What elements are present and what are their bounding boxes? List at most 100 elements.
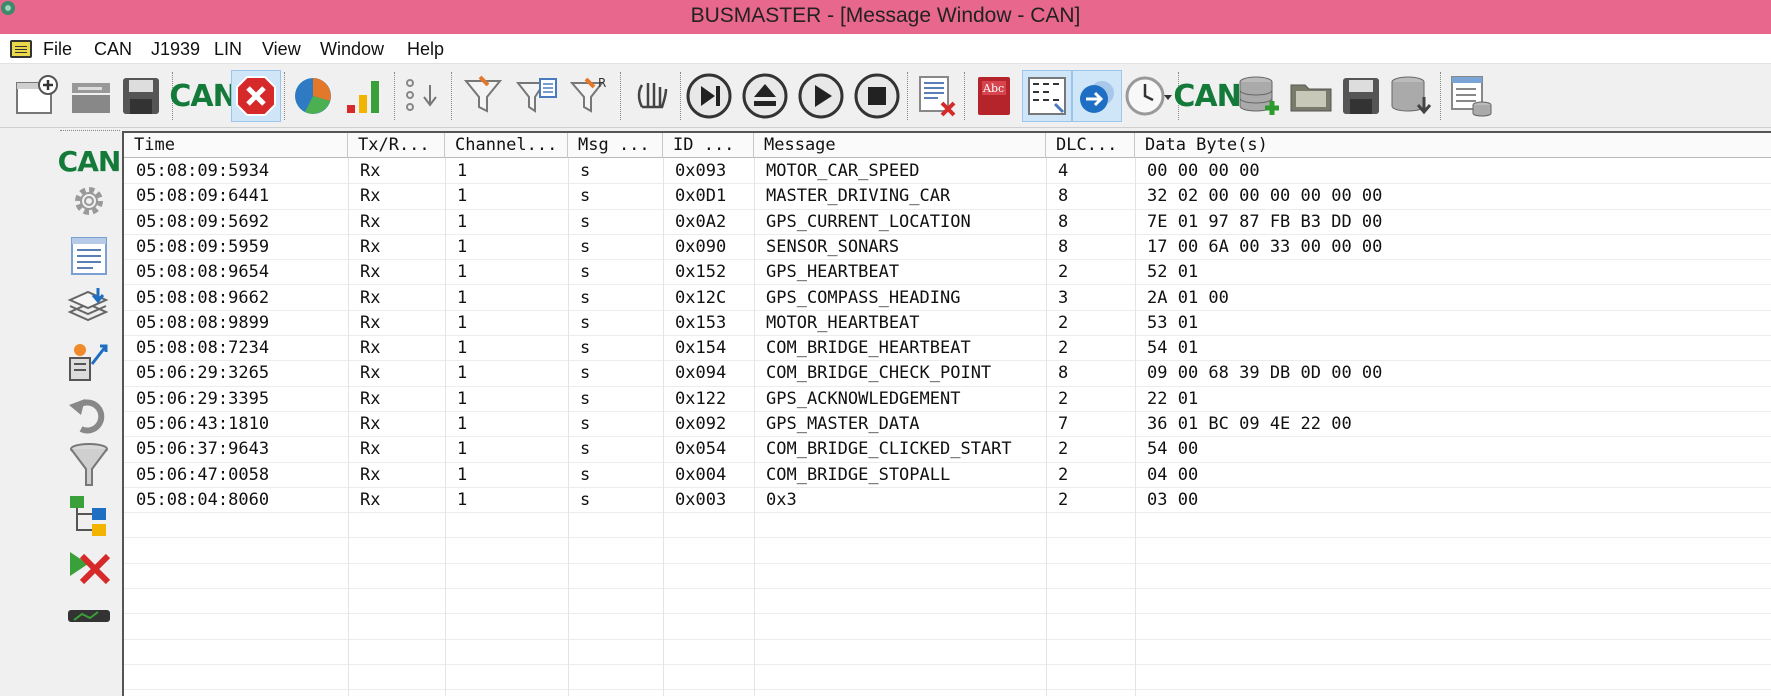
table-row[interactable]: 05:06:47:0058 Rx 1 s 0x004 COM_BRIDGE_STOPALL… [124, 463, 1771, 488]
sidebar-import-button[interactable] [62, 280, 116, 334]
cell-msg-type: s [580, 388, 591, 409]
save-config-button[interactable] [116, 70, 166, 122]
stop-replay-button[interactable] [852, 70, 902, 122]
cell-dlc: 2 [1058, 338, 1069, 359]
column-divider [754, 158, 755, 696]
step-replay-button[interactable] [684, 70, 734, 122]
menu-window[interactable]: Window [320, 39, 384, 60]
sidebar-filter-button[interactable] [62, 438, 116, 492]
toolbar-separator [907, 72, 908, 120]
database-export-icon [1391, 76, 1432, 115]
table-row[interactable]: 05:06:29:3395 Rx 1 s 0x122 GPS_ACKNOWLEDGEMEN… [124, 387, 1771, 412]
sidebar-undo-button[interactable] [62, 388, 116, 442]
cell-message: GPS_MASTER_DATA [766, 414, 920, 434]
cell-message: GPS_COMPASS_HEADING [766, 287, 961, 308]
column-header-message[interactable]: Message [754, 133, 1046, 158]
load-config-button[interactable] [66, 70, 116, 122]
cell-dlc: 3 [1058, 287, 1069, 308]
message-window-button[interactable] [1022, 70, 1072, 122]
bar-chart-icon [347, 81, 379, 113]
eject-icon [742, 73, 788, 119]
open-log-button[interactable] [1286, 70, 1336, 122]
sidebar-network-button[interactable] [62, 488, 116, 542]
sidebar-settings-button[interactable] [62, 174, 116, 228]
column-divider [1135, 158, 1136, 696]
time-mode-button[interactable] [1124, 70, 1174, 122]
cell-msg-type: s [580, 161, 591, 181]
can-label: CAN [169, 78, 237, 114]
cell-id: 0x154 [675, 338, 727, 359]
cell-tx-rx: Rx [360, 439, 381, 460]
toolbar-separator [620, 72, 621, 120]
replay-filter-button[interactable]: R [566, 70, 616, 122]
sidebar-delete-button[interactable] [62, 538, 116, 592]
column-divider [568, 158, 569, 696]
column-header-time[interactable]: Time [124, 133, 348, 158]
system-menu-icon[interactable] [10, 40, 32, 58]
menu-can[interactable]: CAN [94, 39, 132, 60]
overwrite-button[interactable] [1072, 70, 1122, 122]
cell-data-bytes: 36 01 BC 09 4E 22 00 [1147, 414, 1352, 434]
save-log-button[interactable] [1336, 70, 1386, 122]
table-row[interactable]: 05:06:29:3265 Rx 1 s 0x094 COM_BRIDGE_CHECK_P… [124, 361, 1771, 387]
table-row[interactable]: 05:06:43:1810 Rx 1 s 0x092 GPS_MASTER_DATA 7 36… [124, 412, 1771, 438]
table-row[interactable]: 05:08:04:8060 Rx 1 s 0x003 0x3 2 03 00 [124, 488, 1771, 514]
filter-list-icon [515, 78, 557, 113]
column-header-id[interactable]: ID ... [663, 133, 754, 158]
statistics-button[interactable] [288, 70, 338, 122]
filter-list-button[interactable] [512, 70, 562, 122]
hand-tool-button[interactable] [626, 70, 676, 122]
skip-next-icon [686, 73, 732, 119]
new-config-button[interactable] [12, 70, 62, 122]
cell-id: 0x122 [675, 388, 727, 409]
table-row[interactable]: 05:08:09:6441 Rx 1 s 0x0D1 MASTER_DRIVING_CAR… [124, 184, 1771, 210]
toolbar-separator [394, 72, 395, 120]
can-logging-button[interactable]: CAN [1173, 70, 1241, 122]
new-document-icon [16, 75, 58, 114]
table-row[interactable]: 05:08:09:5959 Rx 1 s 0x090 SENSOR_SONARS 8 17 0… [124, 235, 1771, 261]
cell-dlc: 2 [1058, 464, 1069, 485]
menu-help[interactable]: Help [407, 39, 444, 60]
menu-view[interactable]: View [262, 39, 301, 60]
column-header-msg-type[interactable]: Msg ... [568, 133, 663, 158]
export-log-button[interactable] [1386, 70, 1436, 122]
table-row[interactable]: 05:08:09:5934 Rx 1 s 0x093 MOTOR_CAR_SPEED 4 00… [124, 159, 1771, 185]
database-button[interactable]: Abc [970, 70, 1020, 122]
cell-message: COM_BRIDGE_CLICKED_START [766, 439, 1012, 460]
bus-load-button[interactable] [340, 70, 390, 122]
column-header-tx-rx[interactable]: Tx/R... [348, 133, 445, 158]
add-log-button[interactable] [1234, 70, 1284, 122]
menu-j1939[interactable]: J1939 [151, 39, 200, 60]
sidebar-graph-button[interactable] [62, 588, 116, 642]
table-row[interactable]: 05:08:08:9662 Rx 1 s 0x12C GPS_COMPASS_HEADIN… [124, 286, 1771, 311]
column-header-dlc[interactable]: DLC... [1046, 133, 1135, 158]
table-row[interactable]: 05:06:37:9643 Rx 1 s 0x054 COM_BRIDGE_CLICKED… [124, 437, 1771, 463]
column-header-channel[interactable]: Channel... [445, 133, 568, 158]
play-replay-button[interactable] [796, 70, 846, 122]
toolbar-separator [964, 72, 965, 120]
filter-button[interactable] [458, 70, 508, 122]
cell-message: MOTOR_CAR_SPEED [766, 161, 920, 181]
table-row[interactable]: 05:08:08:7234 Rx 1 s 0x154 COM_BRIDGE_HEARTBE… [124, 336, 1771, 362]
menu-lin[interactable]: LIN [214, 39, 242, 60]
disconnect-button[interactable] [231, 70, 281, 122]
log-config-button[interactable] [1446, 70, 1496, 122]
cell-id: 0x092 [675, 414, 727, 434]
column-divider [348, 158, 349, 696]
skip-replay-button[interactable] [740, 70, 790, 122]
sidebar-message-list-button[interactable] [62, 228, 116, 282]
table-row[interactable]: 05:08:08:9899 Rx 1 s 0x153 MOTOR_HEARTBEAT 2 53… [124, 311, 1771, 337]
column-header-data-bytes[interactable]: Data Byte(s) [1135, 133, 1771, 158]
cell-msg-type: s [580, 414, 591, 434]
cell-channel: 1 [457, 287, 468, 308]
menu-file[interactable]: File [43, 39, 72, 60]
clear-list-button[interactable] [912, 70, 962, 122]
column-divider [1046, 158, 1047, 696]
message-interpret-button[interactable] [398, 70, 448, 122]
table-row[interactable]: 05:08:08:9654 Rx 1 s 0x152 GPS_HEARTBEAT 2 52 0… [124, 260, 1771, 286]
stop-red-icon [236, 76, 276, 116]
sidebar-node-simulation-button[interactable] [62, 334, 116, 388]
table-row[interactable]: 05:08:09:5692 Rx 1 s 0x0A2 GPS_CURRENT_LOCATI… [124, 210, 1771, 235]
can-connect-button[interactable]: CAN [169, 70, 237, 122]
save-icon [1343, 78, 1379, 114]
